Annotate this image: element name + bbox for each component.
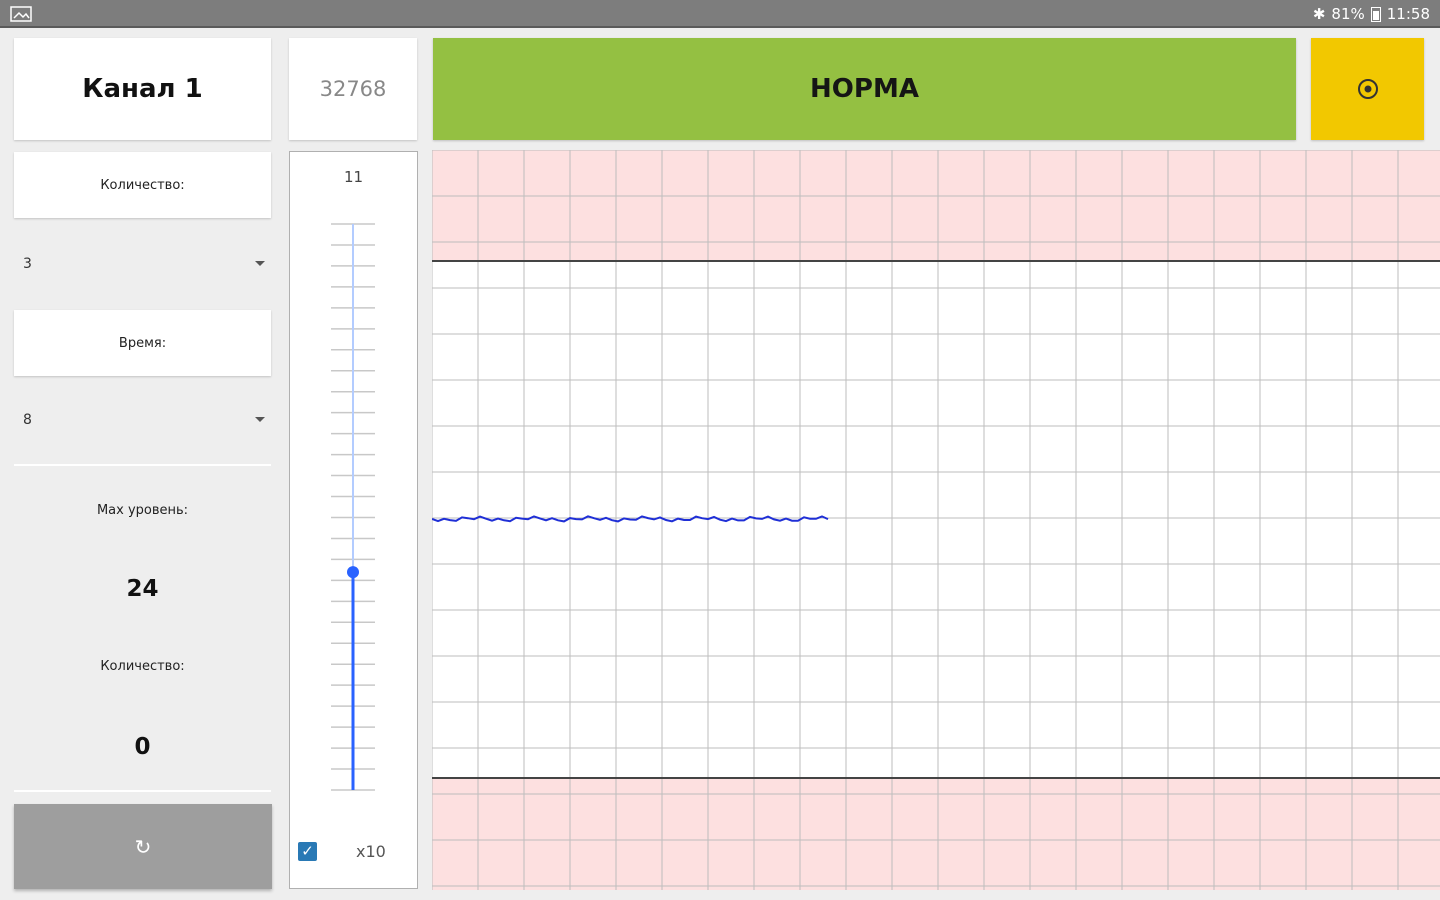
threshold-slider[interactable] [290,152,417,888]
reset-icon: ↻ [134,834,152,859]
threshold-slider-panel: 11 ✓ x10 [289,151,418,889]
system-status-bar: ✱ 81% 11:58 [0,0,1440,28]
count-label: Количество: [14,152,271,218]
section-divider [14,790,271,792]
multiplier-label: x10 [356,842,386,861]
battery-icon [1370,6,1381,22]
count-select-value: 3 [23,256,32,272]
count-result-label: Количество: [100,659,185,674]
battery-percent: 81% [1331,5,1365,23]
clock: 11:58 [1386,5,1430,23]
reset-button[interactable]: ↻ [14,804,272,889]
record-icon [1357,79,1378,99]
count-select[interactable]: 3 [14,244,271,284]
slider-thumb[interactable] [347,566,359,579]
channel-title: Канал 1 [14,38,271,140]
dropdown-arrow-icon [255,261,265,266]
max-levels-value: 24 [126,576,159,602]
signal-chart [432,150,1440,890]
dropdown-arrow-icon [255,417,265,422]
max-levels-label: Max уровень: [96,503,189,518]
status-right-group: ✱ 81% 11:58 [1313,4,1430,24]
upper-danger-zone [432,150,1440,261]
count-result-value: 0 [134,734,151,760]
image-icon [10,6,32,22]
bluetooth-icon: ✱ [1312,5,1326,23]
section-divider [14,464,271,466]
raw-value-display: 32768 [289,38,417,140]
status-banner: НОРМА [433,38,1296,140]
record-button[interactable] [1311,38,1424,140]
multiplier-checkbox[interactable]: ✓ [298,842,317,861]
check-icon: ✓ [301,842,314,860]
time-select-value: 8 [23,412,32,428]
time-label: Время: [14,310,271,376]
lower-danger-zone [432,778,1440,890]
time-select[interactable]: 8 [14,400,271,440]
